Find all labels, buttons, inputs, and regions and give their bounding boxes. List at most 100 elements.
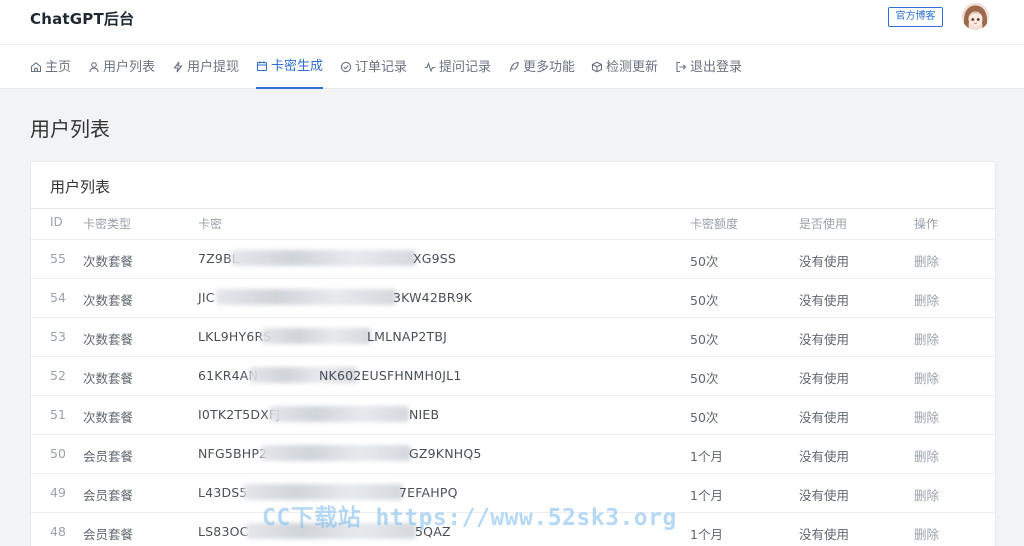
nav-item-user-list[interactable]: 用户列表 <box>88 45 155 89</box>
row-card-key-end: NK602EUSFHNMH0JL1 <box>319 368 462 383</box>
row-card-type: 会员套餐 <box>83 527 134 542</box>
row-used-status: 没有使用 <box>799 293 850 308</box>
column-header-quota: 卡密额度 <box>690 217 739 231</box>
delete-button[interactable]: 删除 <box>914 368 939 387</box>
column-header-card-key: 卡密 <box>198 217 223 231</box>
row-card-key-end: 3KW42BR9K <box>393 290 473 305</box>
column-header-card-type: 卡密类型 <box>83 217 132 231</box>
redaction-blur <box>269 406 409 422</box>
row-card-key-start: L43DS5 <box>198 485 248 500</box>
column-header-action: 操作 <box>914 217 939 231</box>
delete-button[interactable]: 删除 <box>914 329 939 348</box>
row-quota: 50次 <box>690 293 719 308</box>
row-used-status: 没有使用 <box>799 449 850 464</box>
row-id: 54 <box>50 290 66 305</box>
row-card-type: 次数套餐 <box>83 371 134 386</box>
row-id: 51 <box>50 407 66 422</box>
main-nav: 主页 用户列表 用户提现 卡密生成 订单记录 提问记录 更多功能 检测更新 退出… <box>0 44 1024 89</box>
nav-item-withdrawal[interactable]: 用户提现 <box>172 45 239 89</box>
redaction-blur <box>216 289 396 305</box>
nav-item-questions[interactable]: 提问记录 <box>424 45 491 89</box>
page-title: 用户列表 <box>30 117 110 141</box>
row-id: 52 <box>50 368 66 383</box>
row-id: 55 <box>50 251 66 266</box>
delete-button[interactable]: 删除 <box>914 251 939 270</box>
table-row: 52 次数套餐 61KR4AN NK602EUSFHNMH0JL1 50次 没有… <box>31 356 995 395</box>
delete-button[interactable]: 删除 <box>914 524 939 543</box>
nav-item-card-generate[interactable]: 卡密生成 <box>256 45 324 89</box>
nav-item-check-update[interactable]: 检测更新 <box>591 45 658 89</box>
watermark: CC下载站 https://www.52sk3.org <box>262 505 677 531</box>
row-quota: 50次 <box>690 332 719 347</box>
row-card-type: 次数套餐 <box>83 254 134 269</box>
row-card-type: 会员套餐 <box>83 449 134 464</box>
user-list-card: 用户列表 ID 卡密类型 卡密 卡密额度 是否使用 操作 55 次数套餐 7Z9… <box>30 161 996 546</box>
box-icon <box>591 61 603 73</box>
row-used-status: 没有使用 <box>799 371 850 386</box>
nav-item-label: 用户列表 <box>103 59 156 75</box>
table-row: 55 次数套餐 7Z9BL XG9SS 50次 没有使用 删除 <box>31 239 995 278</box>
delete-button[interactable]: 删除 <box>914 407 939 426</box>
row-used-status: 没有使用 <box>799 410 850 425</box>
avatar[interactable] <box>962 3 989 30</box>
card-title: 用户列表 <box>50 178 111 196</box>
row-card-type: 次数套餐 <box>83 410 134 425</box>
row-quota: 1个月 <box>690 527 723 542</box>
calendar-icon <box>256 61 268 72</box>
row-used-status: 没有使用 <box>799 254 850 269</box>
nav-item-label: 用户提现 <box>187 59 240 75</box>
row-card-type: 次数套餐 <box>83 332 134 347</box>
top-bar: ChatGPT后台 官方博客 <box>0 0 1024 44</box>
column-header-id: ID <box>50 215 63 229</box>
nav-item-label: 提问记录 <box>439 59 492 75</box>
row-card-key-start: I0TK2T5DXFJ <box>198 407 281 422</box>
row-quota: 1个月 <box>690 449 723 464</box>
row-card-key-start: LS83OC <box>198 524 249 539</box>
row-card-key-end: XG9SS <box>413 251 457 266</box>
anime-avatar-icon <box>962 3 989 30</box>
table-row: 54 次数套餐 JIC 3KW42BR9K 50次 没有使用 删除 <box>31 278 995 317</box>
redaction-blur <box>261 445 411 461</box>
row-card-type: 次数套餐 <box>83 293 134 308</box>
row-id: 53 <box>50 329 66 344</box>
nav-item-label: 主页 <box>45 59 72 75</box>
table-row: 53 次数套餐 LKL9HY6RS LMLNAP2TBJ 50次 没有使用 删除 <box>31 317 995 356</box>
row-card-key-start: JIC <box>198 290 215 305</box>
nav-item-label: 卡密生成 <box>271 58 324 74</box>
official-blog-button[interactable]: 官方博客 <box>888 7 943 27</box>
table-row: 51 次数套餐 I0TK2T5DXFJ NIEB 50次 没有使用 删除 <box>31 395 995 434</box>
nav-item-logout[interactable]: 退出登录 <box>675 45 742 89</box>
activity-icon <box>424 61 436 73</box>
row-id: 48 <box>50 524 66 539</box>
nav-item-label: 退出登录 <box>690 59 743 75</box>
divider <box>31 208 995 209</box>
app-title: ChatGPT后台 <box>30 10 135 28</box>
row-card-key-end: LMLNAP2TBJ <box>367 329 448 344</box>
nav-item-label: 检测更新 <box>606 59 659 75</box>
user-icon <box>89 62 99 73</box>
row-card-key-start: NFG5BHP2 <box>198 446 268 461</box>
bolt-icon <box>173 61 183 73</box>
feather-icon <box>509 61 520 72</box>
column-header-used: 是否使用 <box>799 217 848 231</box>
redaction-blur <box>231 250 416 266</box>
nav-item-more[interactable]: 更多功能 <box>508 45 575 89</box>
nav-item-orders[interactable]: 订单记录 <box>340 45 407 89</box>
delete-button[interactable]: 删除 <box>914 290 939 309</box>
row-id: 50 <box>50 446 66 461</box>
nav-item-home[interactable]: 主页 <box>30 45 71 89</box>
row-quota: 50次 <box>690 254 719 269</box>
table-row: 50 会员套餐 NFG5BHP2 GZ9KNHQ5 1个月 没有使用 删除 <box>31 434 995 473</box>
row-used-status: 没有使用 <box>799 332 850 347</box>
check-circle-icon <box>340 61 352 73</box>
delete-button[interactable]: 删除 <box>914 485 939 504</box>
row-quota: 50次 <box>690 410 719 425</box>
logout-icon <box>676 61 687 73</box>
nav-item-label: 更多功能 <box>523 59 576 75</box>
redaction-blur <box>261 328 371 344</box>
row-card-type: 会员套餐 <box>83 488 134 503</box>
row-id: 49 <box>50 485 66 500</box>
row-used-status: 没有使用 <box>799 527 850 542</box>
delete-button[interactable]: 删除 <box>914 446 939 465</box>
nav-item-label: 订单记录 <box>355 59 408 75</box>
